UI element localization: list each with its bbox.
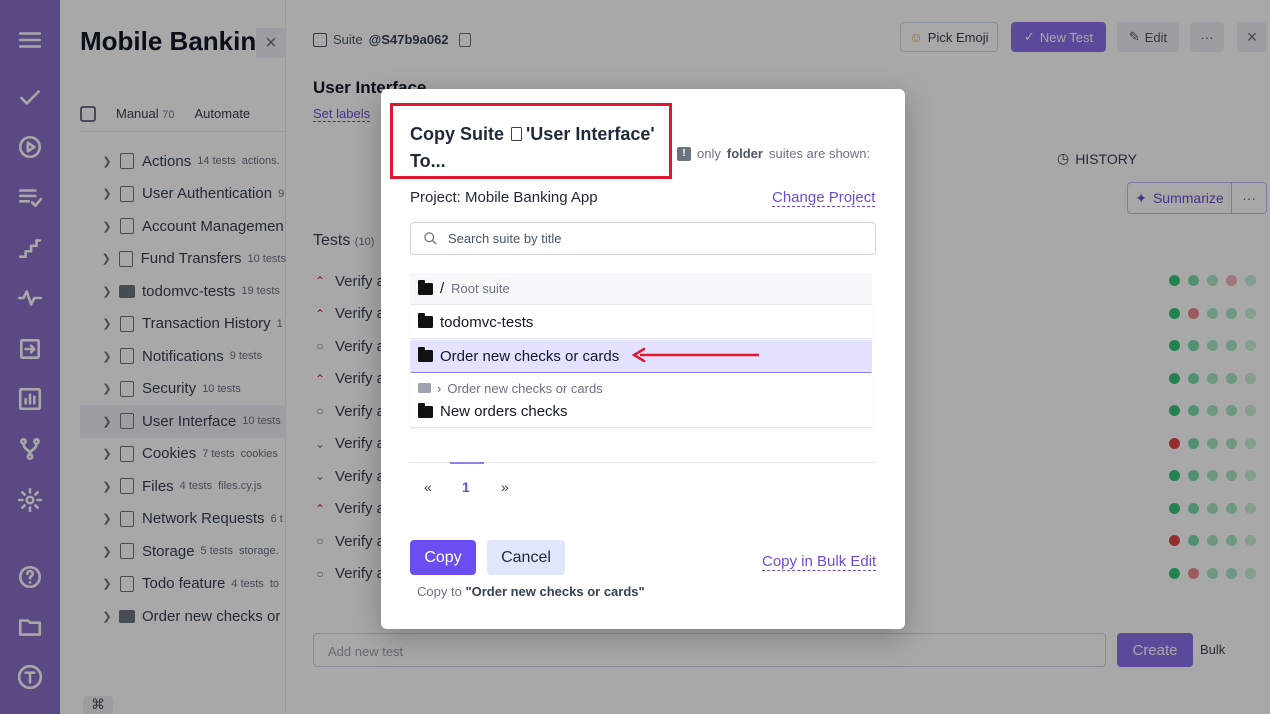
suite-path: › Order new checks or cards <box>418 380 872 396</box>
folder-icon <box>418 402 433 418</box>
folder-icon <box>418 313 433 328</box>
change-project-link[interactable]: Change Project <box>772 189 876 207</box>
copy-suite-dialog: Copy Suite 'User Interface' To... ! only… <box>381 89 905 629</box>
folder-up-icon <box>418 279 433 295</box>
search-input[interactable] <box>448 231 848 246</box>
copy-target-summary: Copy to "Order new checks or cards" <box>417 584 645 599</box>
folder-only-note: ! only folder suites are shown: <box>677 146 870 161</box>
search-icon <box>424 232 437 245</box>
folder-up-icon <box>418 383 431 393</box>
copy-button[interactable]: Copy <box>410 540 476 575</box>
suite-search[interactable] <box>410 222 876 255</box>
suite-option[interactable]: todomvc-tests <box>410 306 872 339</box>
project-label: Project: Mobile Banking App <box>410 189 598 206</box>
arrow-annotation <box>632 347 759 363</box>
copy-bulk-edit-link[interactable]: Copy in Bulk Edit <box>762 553 877 571</box>
root-suite-option[interactable]: / Root suite <box>410 273 872 305</box>
info-icon: ! <box>677 146 691 161</box>
folder-icon <box>418 347 433 362</box>
highlight-annotation <box>390 103 672 179</box>
nested-suite-option[interactable]: › Order new checks or cards New orders c… <box>410 376 872 428</box>
cancel-button[interactable]: Cancel <box>487 540 565 575</box>
pagination: « 1 » <box>410 462 876 502</box>
next-page-button[interactable]: » <box>501 479 509 495</box>
prev-page-button[interactable]: « <box>424 479 432 495</box>
page-1-button[interactable]: 1 <box>462 479 470 495</box>
